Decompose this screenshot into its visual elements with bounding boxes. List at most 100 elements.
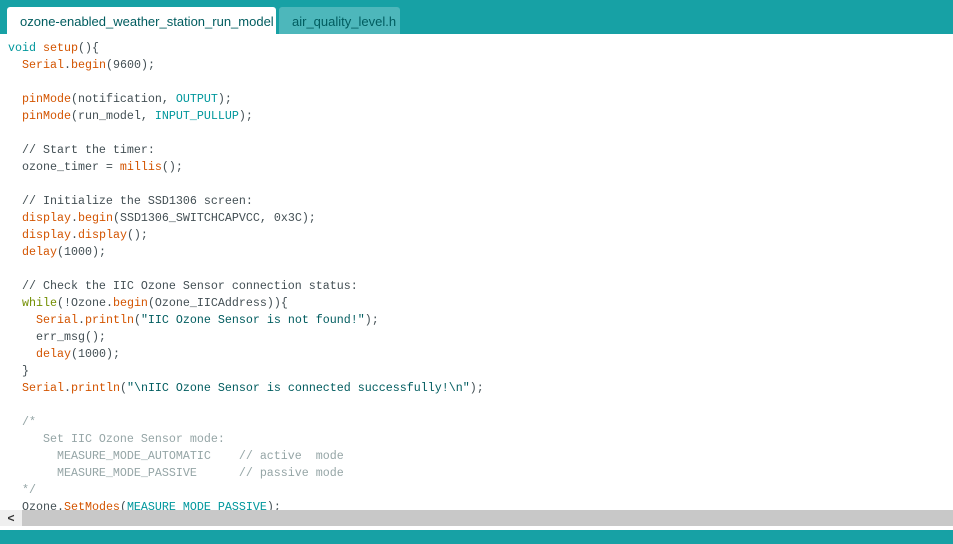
code-line: Set IIC Ozone Sensor mode: — [8, 431, 484, 448]
code-token: ( — [119, 500, 127, 510]
code-token: ); — [266, 500, 281, 510]
code-token: begin — [77, 211, 113, 225]
code-line: MEASURE_MODE_PASSIVE // passive mode — [8, 465, 484, 482]
code-token: (1000); — [56, 245, 106, 259]
code-line: while(!Ozone.begin(Ozone_IICAddress)){ — [8, 295, 484, 312]
code-token: ( — [133, 313, 141, 327]
code-token: (!Ozone. — [56, 296, 113, 310]
code-token: ); — [364, 313, 379, 327]
code-token: millis — [119, 160, 162, 174]
code-token: ); — [238, 109, 253, 123]
code-token: begin — [112, 296, 148, 310]
code-line: Serial.begin(9600); — [8, 57, 484, 74]
code-token: /* — [8, 415, 36, 429]
code-line: // Initialize the SSD1306 screen: — [8, 193, 484, 210]
code-line: Serial.println("IIC Ozone Sensor is not … — [8, 312, 484, 329]
code-token: ); — [217, 92, 232, 106]
code-token: setup — [42, 41, 78, 55]
code-token: println — [84, 313, 134, 327]
code-token: pinMode — [22, 109, 71, 123]
code-token: delay — [35, 347, 71, 361]
code-token: ( — [119, 381, 127, 395]
code-text: void setup(){ Serial.begin(9600); pinMod… — [8, 40, 484, 510]
code-token: "IIC Ozone Sensor is not found!" — [140, 313, 365, 327]
code-line: delay(1000); — [8, 244, 484, 261]
code-line: display.display(); — [8, 227, 484, 244]
code-line: err_msg(); — [8, 329, 484, 346]
code-token: "\nIIC Ozone Sensor is connected success… — [126, 381, 470, 395]
code-token: // Check the IIC Ozone Sensor connection… — [8, 279, 358, 293]
code-token: Serial — [22, 58, 64, 72]
code-token: MEASURE_MODE_AUTOMATIC // active mode — [8, 449, 344, 463]
chevron-left-icon[interactable]: < — [0, 510, 22, 526]
code-token: begin — [70, 58, 106, 72]
code-line: display.begin(SSD1306_SWITCHCAPVCC, 0x3C… — [8, 210, 484, 227]
code-token: . — [77, 313, 85, 327]
code-line: void setup(){ — [8, 40, 484, 57]
code-token: ozone_timer = — [8, 160, 120, 174]
code-token: . — [63, 58, 71, 72]
code-token: println — [70, 381, 120, 395]
code-token: (notification, — [70, 92, 176, 106]
code-line: Serial.println("\nIIC Ozone Sensor is co… — [8, 380, 484, 397]
code-token: } — [8, 364, 29, 378]
code-token: . — [70, 228, 78, 242]
code-token: void — [8, 41, 36, 55]
code-token: display — [22, 228, 71, 242]
tab-ozone-enabled-weather-station-run-model[interactable]: ozone-enabled_weather_station_run_model — [7, 7, 276, 34]
code-token: Serial — [22, 381, 64, 395]
code-line: } — [8, 363, 484, 380]
code-token: display — [22, 211, 71, 225]
code-line: // Start the timer: — [8, 142, 484, 159]
code-token: Set IIC Ozone Sensor mode: — [8, 432, 225, 446]
code-token: err_msg(); — [8, 330, 106, 344]
code-token: MEASURE_MODE_PASSIVE // passive mode — [8, 466, 344, 480]
code-line: MEASURE_MODE_AUTOMATIC // active mode — [8, 448, 484, 465]
tab-bar: ozone-enabled_weather_station_run_model … — [0, 0, 953, 34]
code-token: (run_model, — [70, 109, 155, 123]
code-token: while — [22, 296, 57, 310]
code-line: ozone_timer = millis(); — [8, 159, 484, 176]
code-token: . — [70, 211, 78, 225]
code-line: Ozone.SetModes(MEASURE_MODE_PASSIVE); — [8, 499, 484, 510]
code-line: /* — [8, 414, 484, 431]
code-line: */ — [8, 482, 484, 499]
code-token: (9600); — [105, 58, 155, 72]
code-token: (SSD1306_SWITCHCAPVCC, 0x3C); — [112, 211, 316, 225]
code-editor[interactable]: void setup(){ Serial.begin(9600); pinMod… — [0, 34, 953, 510]
horizontal-scrollbar[interactable]: < — [0, 510, 953, 526]
code-token: SetModes — [63, 500, 120, 510]
code-token: // Start the timer: — [8, 143, 155, 157]
tab-air-quality-level-h[interactable]: air_quality_level.h — [279, 7, 400, 34]
code-token: delay — [22, 245, 57, 259]
code-token: (); — [126, 228, 148, 242]
code-token: ); — [469, 381, 484, 395]
code-token: OUTPUT — [175, 92, 218, 106]
code-token: INPUT_PULLUP — [154, 109, 239, 123]
code-token: MEASURE_MODE_PASSIVE — [126, 500, 267, 510]
code-token: pinMode — [22, 92, 71, 106]
code-line: pinMode(notification, OUTPUT); — [8, 91, 484, 108]
code-line: // Check the IIC Ozone Sensor connection… — [8, 278, 484, 295]
code-line: delay(1000); — [8, 346, 484, 363]
code-token: display — [77, 228, 127, 242]
code-token: // Initialize the SSD1306 screen: — [8, 194, 253, 208]
code-token: (); — [161, 160, 183, 174]
code-line: pinMode(run_model, INPUT_PULLUP); — [8, 108, 484, 125]
code-token: . — [63, 381, 71, 395]
